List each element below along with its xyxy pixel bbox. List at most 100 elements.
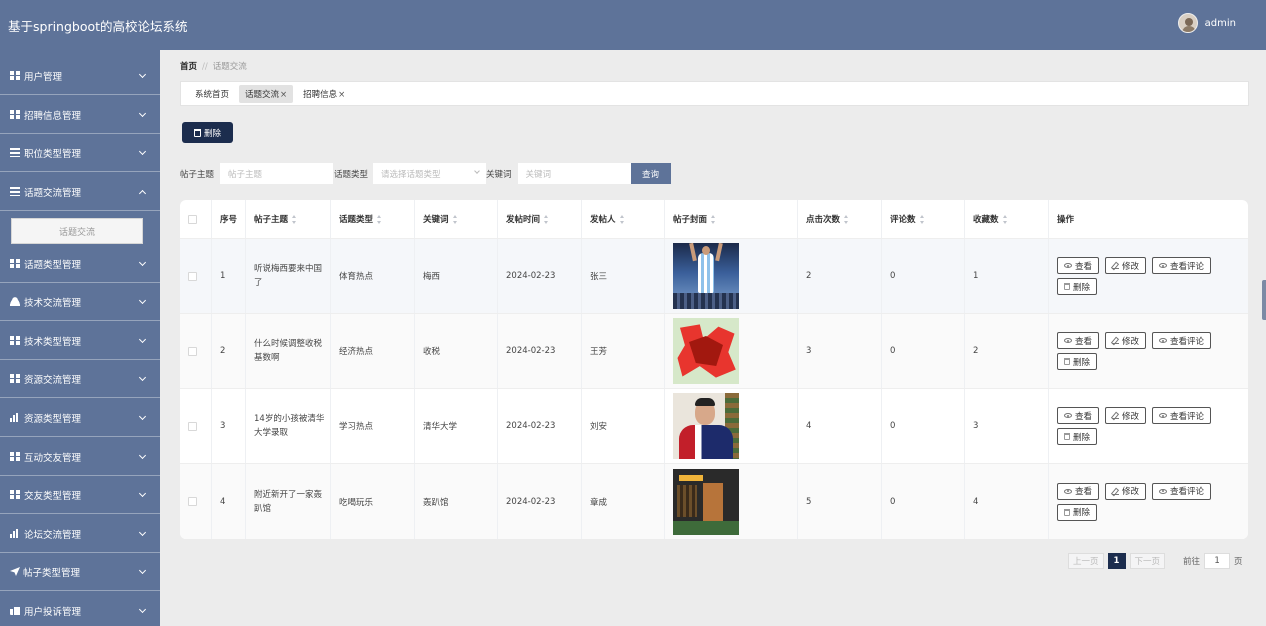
- view-comments-label: 查看评论: [1170, 487, 1205, 497]
- sidebar-item-resource-exchange[interactable]: 资源交流管理: [0, 360, 160, 398]
- goto-page-input[interactable]: 1: [1204, 553, 1231, 569]
- sidebar-subitem-topic-exchange[interactable]: 话题交流: [11, 218, 143, 244]
- sidebar-item-topic-exchange[interactable]: 话题交流管理: [0, 173, 160, 211]
- row-checkbox-cell: [180, 389, 212, 463]
- goto-label: 前往: [1183, 557, 1201, 567]
- keyword-search-input[interactable]: 关键词: [517, 163, 631, 184]
- column-header[interactable]: 评论数: [882, 200, 965, 238]
- view-button[interactable]: 查看: [1057, 332, 1100, 349]
- prev-page-button[interactable]: 上一页: [1068, 553, 1104, 569]
- scroll-handle[interactable]: [1262, 280, 1266, 320]
- column-header: 序号: [212, 200, 246, 238]
- row-checkbox[interactable]: [188, 271, 197, 281]
- sidebar-item-forum[interactable]: 论坛交流管理: [0, 515, 160, 553]
- sidebar-item-tech-exchange[interactable]: 技术交流管理: [0, 283, 160, 321]
- sort-icon[interactable]: [292, 214, 297, 224]
- sidebar-item-job-types[interactable]: 职位类型管理: [0, 134, 160, 172]
- bar-chart-icon: [10, 529, 21, 538]
- header-checkbox-cell: [180, 200, 212, 238]
- sort-icon[interactable]: [452, 214, 458, 224]
- username[interactable]: admin: [1205, 18, 1236, 29]
- view-comments-button[interactable]: 查看评论: [1152, 482, 1212, 500]
- column-header[interactable]: 收藏数: [965, 200, 1049, 238]
- view-comments-button[interactable]: 查看评论: [1152, 332, 1212, 349]
- row-checkbox[interactable]: [188, 421, 197, 431]
- sort-icon[interactable]: [619, 214, 625, 224]
- sidebar-item-label: 资源交流管理: [24, 374, 82, 386]
- breadcrumb-home[interactable]: 首页: [180, 62, 197, 72]
- column-header[interactable]: 帖子主题: [246, 200, 331, 238]
- sidebar-item-post-types[interactable]: 帖子类型管理: [0, 553, 160, 591]
- row-checkbox[interactable]: [188, 497, 197, 506]
- page-number-current[interactable]: 1: [1107, 553, 1126, 569]
- view-comments-button[interactable]: 查看评论: [1152, 407, 1212, 424]
- sidebar-item-friends[interactable]: 互动交友管理: [0, 438, 160, 476]
- view-comments-button[interactable]: 查看评论: [1152, 257, 1212, 274]
- grid-icon: [10, 71, 21, 80]
- view-button[interactable]: 查看: [1057, 482, 1100, 500]
- sidebar-item-recruitment[interactable]: 招聘信息管理: [0, 96, 160, 134]
- next-page-button[interactable]: 下一页: [1129, 553, 1166, 569]
- keyword-cell: 清华大学: [415, 389, 498, 463]
- edit-button[interactable]: 修改: [1105, 332, 1147, 349]
- view-button[interactable]: 查看: [1057, 407, 1100, 424]
- delete-button[interactable]: 删除: [1057, 503, 1098, 521]
- view-button[interactable]: 查看: [1057, 257, 1100, 274]
- edit-button[interactable]: 修改: [1105, 482, 1147, 500]
- title-cell: 14岁的小孩被清华大学录取: [246, 389, 331, 463]
- column-header[interactable]: 点击次数: [798, 200, 882, 238]
- keyword-cell: 轰趴馆: [415, 464, 498, 539]
- edit-label: 修改: [1122, 261, 1140, 272]
- column-header[interactable]: 话题类型: [331, 200, 415, 238]
- sidebar-item-complaints[interactable]: 用户投诉管理: [0, 592, 160, 626]
- sort-icon[interactable]: [919, 214, 925, 224]
- actions-cell: 查看 修改 查看评论 删除: [1049, 464, 1248, 539]
- sidebar-item-label: 互动交友管理: [24, 452, 82, 464]
- sort-icon[interactable]: [711, 214, 716, 224]
- column-label: 帖子主题: [254, 215, 289, 225]
- sort-icon[interactable]: [1002, 214, 1008, 224]
- table-row[interactable]: 3 14岁的小孩被清华大学录取 学习热点 清华大学 2024-02-23 刘安 …: [180, 389, 1248, 464]
- column-header[interactable]: 关键词: [415, 200, 498, 238]
- query-button[interactable]: 查询: [630, 163, 671, 184]
- table-row[interactable]: 2 什么时候调整收税基数啊 经济热点 收税 2024-02-23 王芳 3 0 …: [180, 314, 1248, 389]
- user-menu[interactable]: admin: [1177, 13, 1236, 33]
- tab-recruitment[interactable]: 招聘信息×: [297, 85, 351, 103]
- sort-icon[interactable]: [377, 214, 382, 224]
- grid-icon: [10, 374, 21, 383]
- delete-button[interactable]: 删除: [1057, 278, 1098, 295]
- column-header[interactable]: 帖子封面: [665, 200, 798, 238]
- column-header[interactable]: 发帖时间: [498, 200, 582, 238]
- chevron-up-icon: [138, 189, 147, 198]
- sort-icon[interactable]: [844, 214, 849, 224]
- column-header[interactable]: 发帖人: [582, 200, 665, 238]
- row-checkbox[interactable]: [188, 346, 197, 356]
- delete-button[interactable]: 删除: [1057, 353, 1098, 370]
- sidebar-item-friend-types[interactable]: 交友类型管理: [0, 476, 160, 514]
- sidebar-item-resource-types[interactable]: 资源类型管理: [0, 399, 160, 437]
- view-comments-label: 查看评论: [1170, 261, 1205, 272]
- sidebar-item-tech-types[interactable]: 技术类型管理: [0, 322, 160, 360]
- party-venue-cover[interactable]: [673, 468, 739, 535]
- delete-button[interactable]: 删除: [1057, 428, 1098, 445]
- edit-button[interactable]: 修改: [1105, 257, 1147, 274]
- batch-delete-button[interactable]: 删除: [182, 122, 233, 143]
- table-row[interactable]: 4 附近新开了一家轰趴馆 吃喝玩乐 轰趴馆 2024-02-23 章成 5 0 …: [180, 464, 1248, 539]
- close-icon[interactable]: ×: [280, 90, 287, 100]
- sort-icon[interactable]: [544, 214, 549, 224]
- tab-home[interactable]: 系统首页: [189, 85, 235, 103]
- student-portrait-cover[interactable]: [673, 393, 739, 459]
- sidebar-item-topic-types[interactable]: 话题类型管理: [0, 245, 160, 283]
- type-select[interactable]: 请选择话题类型: [373, 163, 487, 184]
- soccer-player-cover[interactable]: [673, 243, 739, 309]
- edit-button[interactable]: 修改: [1105, 407, 1147, 424]
- sidebar-item-user-management[interactable]: 用户管理: [0, 57, 160, 95]
- title-search-input[interactable]: 帖子主题: [220, 163, 334, 184]
- avatar[interactable]: [1177, 13, 1198, 33]
- edit-label: 修改: [1122, 336, 1140, 347]
- table-row[interactable]: 1 听说梅西要来中国了 体育热点 梅西 2024-02-23 张三 2 0 1 …: [180, 239, 1248, 314]
- tab-topic-exchange[interactable]: 话题交流×: [239, 84, 294, 103]
- select-all-checkbox[interactable]: [188, 214, 197, 224]
- close-icon[interactable]: ×: [338, 90, 345, 100]
- red-tax-character-cover[interactable]: [673, 318, 739, 384]
